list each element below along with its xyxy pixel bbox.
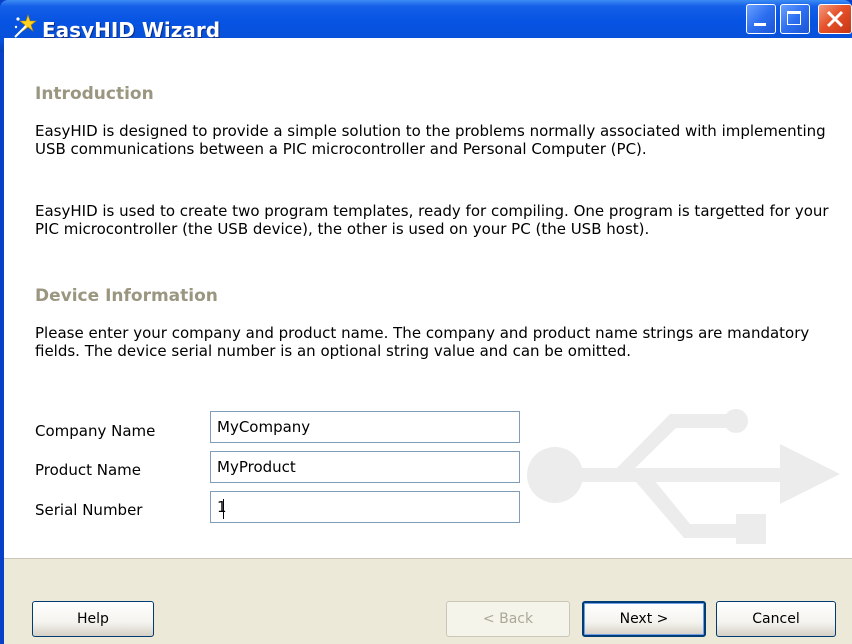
text-cursor xyxy=(223,499,224,519)
close-icon xyxy=(825,8,845,34)
wizard-footer: Help < Back Next > Cancel xyxy=(4,558,852,644)
company-name-label: Company Name xyxy=(35,422,156,440)
wizard-star-icon xyxy=(12,13,40,39)
wizard-client-area: Introduction EasyHID is designed to prov… xyxy=(4,38,852,644)
cancel-button[interactable]: Cancel xyxy=(716,601,836,637)
wizard-page: Introduction EasyHID is designed to prov… xyxy=(4,38,852,558)
maximize-button[interactable] xyxy=(780,4,810,34)
minimize-button[interactable] xyxy=(746,4,776,34)
product-name-label: Product Name xyxy=(35,461,141,479)
help-button[interactable]: Help xyxy=(32,601,154,637)
introduction-heading: Introduction xyxy=(35,84,154,104)
minimize-icon xyxy=(754,23,766,26)
back-button[interactable]: < Back xyxy=(446,601,570,637)
product-name-field[interactable] xyxy=(210,451,520,483)
introduction-paragraph-1: EasyHID is designed to provide a simple … xyxy=(35,122,826,158)
close-button[interactable] xyxy=(818,4,852,34)
next-button[interactable]: Next > xyxy=(582,601,706,637)
introduction-paragraph-2: EasyHID is used to create two program te… xyxy=(35,202,829,238)
maximize-icon xyxy=(787,11,801,25)
wizard-window: EasyHID Wizard Introduction EasyHID is d… xyxy=(0,0,852,644)
device-information-heading: Device Information xyxy=(35,286,218,306)
device-information-paragraph: Please enter your company and product na… xyxy=(35,324,810,360)
serial-number-label: Serial Number xyxy=(35,501,143,519)
usb-watermark-icon xyxy=(500,374,852,558)
company-name-field[interactable] xyxy=(210,411,520,443)
serial-number-field[interactable] xyxy=(210,491,520,523)
